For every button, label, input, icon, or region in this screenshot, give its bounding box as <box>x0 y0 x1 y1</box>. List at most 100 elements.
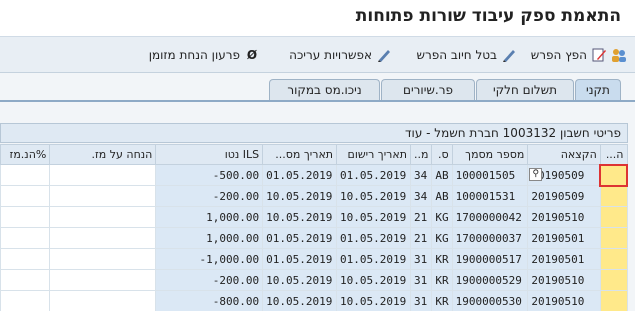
col-header-net-amount[interactable]: ILS נטו <box>155 144 264 165</box>
posting-date-cell[interactable]: 10.05.2019 <box>336 206 411 228</box>
write-off-difference-label: בטל חיוב הפרש <box>416 48 497 62</box>
type-cell[interactable]: AB <box>431 164 453 186</box>
net-amount-cell[interactable]: 1,000.00 <box>155 206 264 228</box>
table-row[interactable]: 20190510 1700000042 KG 21 10.05.2019 10.05.20… <box>0 206 628 228</box>
table-row[interactable]: 20190501 1900000517 KR 31 01.05.2019 01.05.20… <box>0 248 628 270</box>
search-help-icon[interactable]: ⚲ <box>529 168 543 181</box>
cash-discount-cell[interactable] <box>49 269 157 291</box>
account-items-header: פריטי חשבון 1003132 חברת חשמל - עוד <box>0 123 628 143</box>
net-amount-cell[interactable]: -500.00 <box>155 164 264 186</box>
write-off-difference-button[interactable]: בטל חיוב הפרש <box>416 44 517 66</box>
doc-date-cell[interactable]: 01.05.2019 <box>262 164 338 186</box>
cash-discount-clearing-button[interactable]: Ø פרעון הנחת מזומן <box>149 44 260 66</box>
m-cell[interactable]: 21 <box>409 227 433 249</box>
assignment-cell[interactable]: 20190509 <box>527 185 601 207</box>
doc-date-cell[interactable]: 10.05.2019 <box>262 206 338 228</box>
assignment-cell[interactable]: 20190510 <box>527 290 601 311</box>
doc-date-cell[interactable]: 01.05.2019 <box>262 227 338 249</box>
m-cell[interactable]: 34 <box>409 164 433 186</box>
tab-residual-items[interactable]: פר.שיורים <box>381 79 475 100</box>
tab-strip: תקני תשלום חלקי פר.שיורים ניכו.מס במקור <box>0 79 635 101</box>
distribute-difference-button[interactable]: הפץ הפרש <box>531 44 627 66</box>
col-header-assignment[interactable]: הקצאה <box>527 144 601 165</box>
row-selector-cell[interactable] <box>599 227 628 249</box>
doc-date-cell[interactable]: 10.05.2019 <box>262 269 338 291</box>
net-amount-cell[interactable]: -200.00 <box>155 269 264 291</box>
assignment-cell[interactable]: 20190510 <box>527 269 601 291</box>
cash-discount-cell[interactable] <box>49 185 157 207</box>
cash-discount-cell[interactable] <box>49 290 157 311</box>
type-cell[interactable]: KR <box>431 269 453 291</box>
m-cell[interactable]: 34 <box>409 185 433 207</box>
net-amount-cell[interactable]: 1,000.00 <box>155 227 264 249</box>
m-cell[interactable]: 31 <box>409 290 433 311</box>
m-cell[interactable]: 31 <box>409 269 433 291</box>
table-row[interactable]: 20190510 1900000530 KR 31 10.05.2019 10.05.20… <box>0 290 628 311</box>
type-cell[interactable]: AB <box>431 185 453 207</box>
row-selector-cell[interactable] <box>599 185 628 207</box>
posting-date-cell[interactable]: 01.05.2019 <box>336 248 411 270</box>
row-selector-cell[interactable] <box>599 290 628 311</box>
cash-discount-cell[interactable] <box>49 227 157 249</box>
doc-number-cell[interactable]: 100001505 <box>451 164 529 186</box>
discount-pct-cell[interactable] <box>0 290 51 311</box>
row-selector-cell[interactable] <box>599 248 628 270</box>
assignment-cell[interactable]: 20190501 <box>527 227 601 249</box>
col-header-posting-date[interactable]: תאריך רישום <box>336 144 411 165</box>
doc-number-cell[interactable]: 1900000517 <box>451 248 529 270</box>
row-selector-cell[interactable] <box>599 269 628 291</box>
open-items-grid: ה... הקצאה מספר מסמך ס. מ.. תאריך רישום … <box>0 144 628 311</box>
col-header-type[interactable]: ס. <box>431 144 453 165</box>
discount-pct-cell[interactable] <box>0 185 51 207</box>
net-amount-cell[interactable]: -1,000.00 <box>155 248 264 270</box>
col-header-doc-number[interactable]: מספר מסמך <box>451 144 529 165</box>
doc-number-cell[interactable]: 1900000530 <box>451 290 529 311</box>
col-header-doc-date[interactable]: תאריך מס... <box>262 144 338 165</box>
m-cell[interactable]: 21 <box>409 206 433 228</box>
cash-discount-cell[interactable] <box>49 248 157 270</box>
discount-pct-cell[interactable] <box>0 248 51 270</box>
net-amount-cell[interactable]: -200.00 <box>155 185 264 207</box>
row-selector-cell[interactable] <box>599 206 628 228</box>
m-cell[interactable]: 31 <box>409 248 433 270</box>
doc-number-cell[interactable]: 1700000042 <box>451 206 529 228</box>
doc-date-cell[interactable]: 01.05.2019 <box>262 248 338 270</box>
tab-partial-payment[interactable]: תשלום חלקי <box>476 79 574 100</box>
posting-date-cell[interactable]: 10.05.2019 <box>336 269 411 291</box>
table-row[interactable]: 20190501 1700000037 KG 21 01.05.2019 01.05.20… <box>0 227 628 249</box>
table-row[interactable]: 20190509 100001531 AB 34 10.05.2019 10.05.201… <box>0 185 628 207</box>
tab-standard[interactable]: תקני <box>575 79 621 101</box>
doc-number-cell[interactable]: 1900000529 <box>451 269 529 291</box>
assignment-cell[interactable]: 20190501 <box>527 248 601 270</box>
doc-date-cell[interactable]: 10.05.2019 <box>262 290 338 311</box>
tab-withholding-tax[interactable]: ניכו.מס במקור <box>269 79 380 100</box>
assignment-cell[interactable]: 20190510 <box>527 206 601 228</box>
table-row[interactable]: 20190510 1900000529 KR 31 10.05.2019 10.05.20… <box>0 269 628 291</box>
posting-date-cell[interactable]: 01.05.2019 <box>336 227 411 249</box>
edit-options-button[interactable]: אפשרויות עריכה <box>289 44 392 66</box>
discount-pct-cell[interactable] <box>0 206 51 228</box>
col-header-discount-pct[interactable]: %הנ.מז <box>0 144 51 165</box>
type-cell[interactable]: KR <box>431 248 453 270</box>
discount-pct-cell[interactable] <box>0 164 51 186</box>
row-selector-cell[interactable] <box>599 163 628 187</box>
assignment-cell[interactable]: ⚲ 20190509 <box>527 164 601 186</box>
posting-date-cell[interactable]: 01.05.2019 <box>336 164 411 186</box>
type-cell[interactable]: KG <box>431 206 453 228</box>
doc-number-cell[interactable]: 100001531 <box>451 185 529 207</box>
cash-discount-cell[interactable] <box>49 206 157 228</box>
col-header-h[interactable]: ה... <box>599 144 628 165</box>
type-cell[interactable]: KG <box>431 227 453 249</box>
discount-pct-cell[interactable] <box>0 269 51 291</box>
col-header-m[interactable]: מ.. <box>409 144 433 165</box>
col-header-cash-discount[interactable]: הנחה על מז. <box>49 144 157 165</box>
cash-discount-cell[interactable] <box>49 164 157 186</box>
net-amount-cell[interactable]: -800.00 <box>155 290 264 311</box>
doc-number-cell[interactable]: 1700000037 <box>451 227 529 249</box>
discount-pct-cell[interactable] <box>0 227 51 249</box>
posting-date-cell[interactable]: 10.05.2019 <box>336 290 411 311</box>
table-row[interactable]: ⚲ 20190509 100001505 AB 34 01.05.2019 01.05.20… <box>0 163 628 187</box>
doc-date-cell[interactable]: 10.05.2019 <box>262 185 338 207</box>
posting-date-cell[interactable]: 10.05.2019 <box>336 185 411 207</box>
type-cell[interactable]: KR <box>431 290 453 311</box>
